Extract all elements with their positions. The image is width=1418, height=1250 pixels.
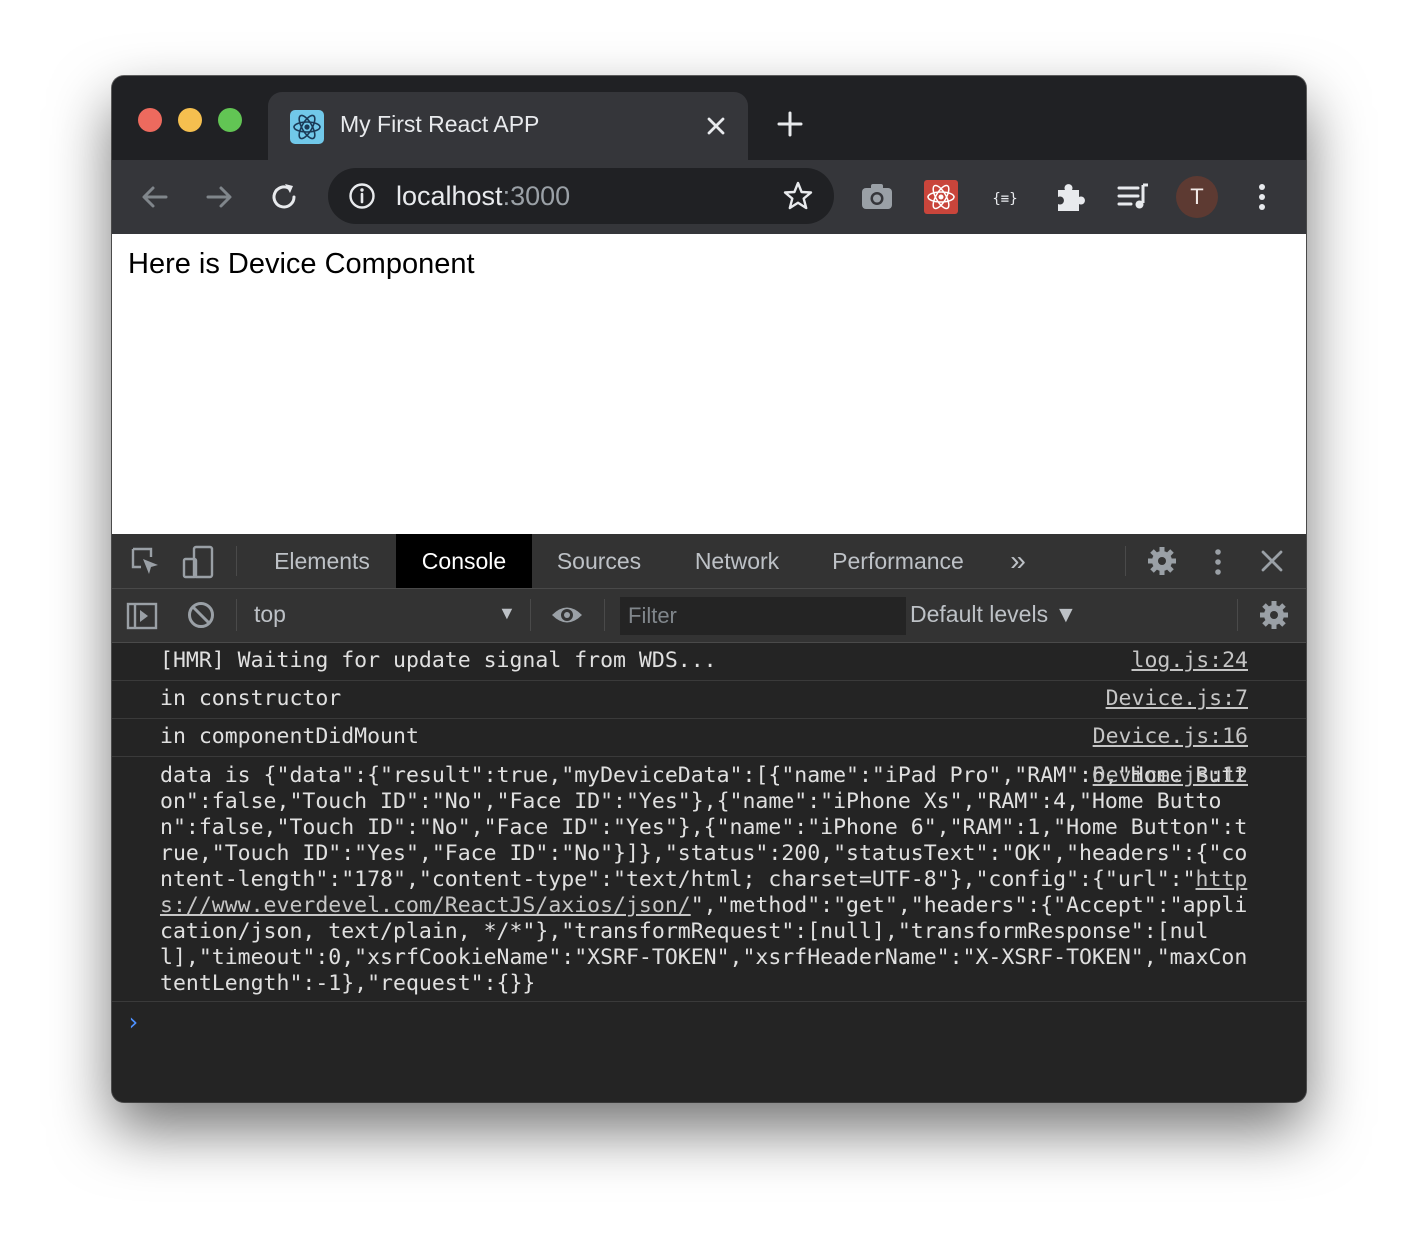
tab-performance[interactable]: Performance: [816, 534, 980, 588]
browser-toolbar: localhost:3000 {≡} T: [112, 160, 1306, 234]
console-toolbar: top ▼ Default levels ▼: [112, 589, 1306, 643]
url-host: localhost: [396, 181, 503, 211]
close-devtools-icon[interactable]: [1259, 548, 1285, 579]
console-message-text: [HMR] Waiting for update signal from WDS…: [160, 648, 717, 673]
clear-console-icon[interactable]: [186, 600, 216, 635]
media-queue-icon[interactable]: [1114, 178, 1152, 216]
address-bar[interactable]: localhost:3000: [328, 168, 834, 224]
console-filter-input[interactable]: [620, 597, 906, 635]
console-source-link[interactable]: Device.js:12: [1093, 763, 1248, 788]
camera-extension-icon[interactable]: [858, 178, 896, 216]
bookmark-star-icon[interactable]: [782, 180, 814, 212]
react-logo-icon: [290, 110, 324, 144]
new-tab-plus-icon[interactable]: [776, 110, 804, 138]
console-message-text: data is {"data":{"result":true,"myDevice…: [112, 757, 1260, 1001]
close-window-button[interactable]: [138, 108, 162, 132]
device-toolbar-icon[interactable]: [182, 545, 216, 584]
site-info-icon[interactable]: [348, 182, 376, 210]
url-text: localhost:3000: [396, 181, 570, 212]
show-sidebar-icon[interactable]: [126, 600, 158, 637]
console-message-text: in componentDidMount: [160, 724, 419, 749]
console-messages: [HMR] Waiting for update signal from WDS…: [112, 643, 1306, 1052]
tab-elements[interactable]: Elements: [254, 534, 390, 588]
console-settings-gear-icon[interactable]: [1258, 599, 1290, 636]
console-message: [HMR] Waiting for update signal from WDS…: [112, 643, 1306, 681]
browser-tab[interactable]: My First React APP: [268, 92, 748, 160]
more-tabs-chevron-icon[interactable]: »: [1000, 534, 1036, 588]
json-viewer-extension-icon[interactable]: {≡}: [986, 178, 1024, 216]
console-source-link[interactable]: Device.js:7: [1106, 686, 1248, 711]
zoom-window-button[interactable]: [218, 108, 242, 132]
tab-network[interactable]: Network: [678, 534, 796, 588]
console-message-text: in constructor: [160, 686, 342, 711]
react-devtools-extension-icon[interactable]: [922, 178, 960, 216]
console-message: data is {"data":{"result":true,"myDevice…: [112, 757, 1306, 1002]
tab-title: My First React APP: [340, 111, 540, 137]
svg-text:{≡}: {≡}: [992, 191, 1017, 207]
message-text-start: data is {"data":{"result":true,"myDevice…: [160, 763, 1248, 892]
url-port: :3000: [502, 181, 571, 211]
device-component-text: Here is Device Component: [128, 248, 475, 280]
browser-window: My First React APP localhost:3000 {≡} T …: [112, 76, 1306, 1102]
extensions-puzzle-icon[interactable]: [1050, 178, 1088, 216]
toolbar-divider: [604, 599, 605, 631]
console-message: in componentDidMount Device.js:16: [112, 719, 1306, 757]
reload-icon[interactable]: [267, 180, 301, 214]
context-selector[interactable]: top: [254, 601, 286, 628]
page-viewport: Here is Device Component: [112, 234, 1306, 534]
inspect-element-icon[interactable]: [130, 546, 162, 583]
settings-gear-icon[interactable]: [1146, 545, 1178, 582]
toolbar-divider: [1237, 599, 1238, 631]
more-options-icon[interactable]: [1206, 546, 1230, 583]
console-source-link[interactable]: log.js:24: [1132, 648, 1249, 673]
console-prompt-chevron-icon: ›: [126, 1008, 141, 1036]
console-source-link[interactable]: Device.js:16: [1093, 724, 1248, 749]
tab-sources[interactable]: Sources: [536, 534, 662, 588]
toolbar-divider: [1125, 546, 1126, 576]
context-dropdown-caret-icon[interactable]: ▼: [498, 603, 516, 624]
console-prompt-row[interactable]: ›: [112, 1002, 1306, 1052]
minimize-window-button[interactable]: [178, 108, 202, 132]
devtools-panel: Elements Console Sources Network Perform…: [112, 534, 1306, 1102]
toolbar-divider: [530, 599, 531, 631]
toolbar-divider: [236, 599, 237, 631]
forward-arrow-icon[interactable]: [202, 180, 236, 214]
profile-avatar[interactable]: T: [1176, 176, 1218, 218]
toolbar-divider: [236, 546, 237, 576]
close-icon[interactable]: [704, 114, 728, 138]
log-levels-dropdown[interactable]: Default levels ▼: [910, 601, 1077, 628]
live-expression-eye-icon[interactable]: [550, 600, 584, 635]
more-vertical-icon[interactable]: [1243, 178, 1281, 216]
back-arrow-icon[interactable]: [138, 180, 172, 214]
tab-strip: My First React APP: [112, 76, 1306, 160]
console-message: in constructor Device.js:7: [112, 681, 1306, 719]
tab-console[interactable]: Console: [396, 534, 532, 588]
devtools-tab-bar: Elements Console Sources Network Perform…: [112, 534, 1306, 589]
